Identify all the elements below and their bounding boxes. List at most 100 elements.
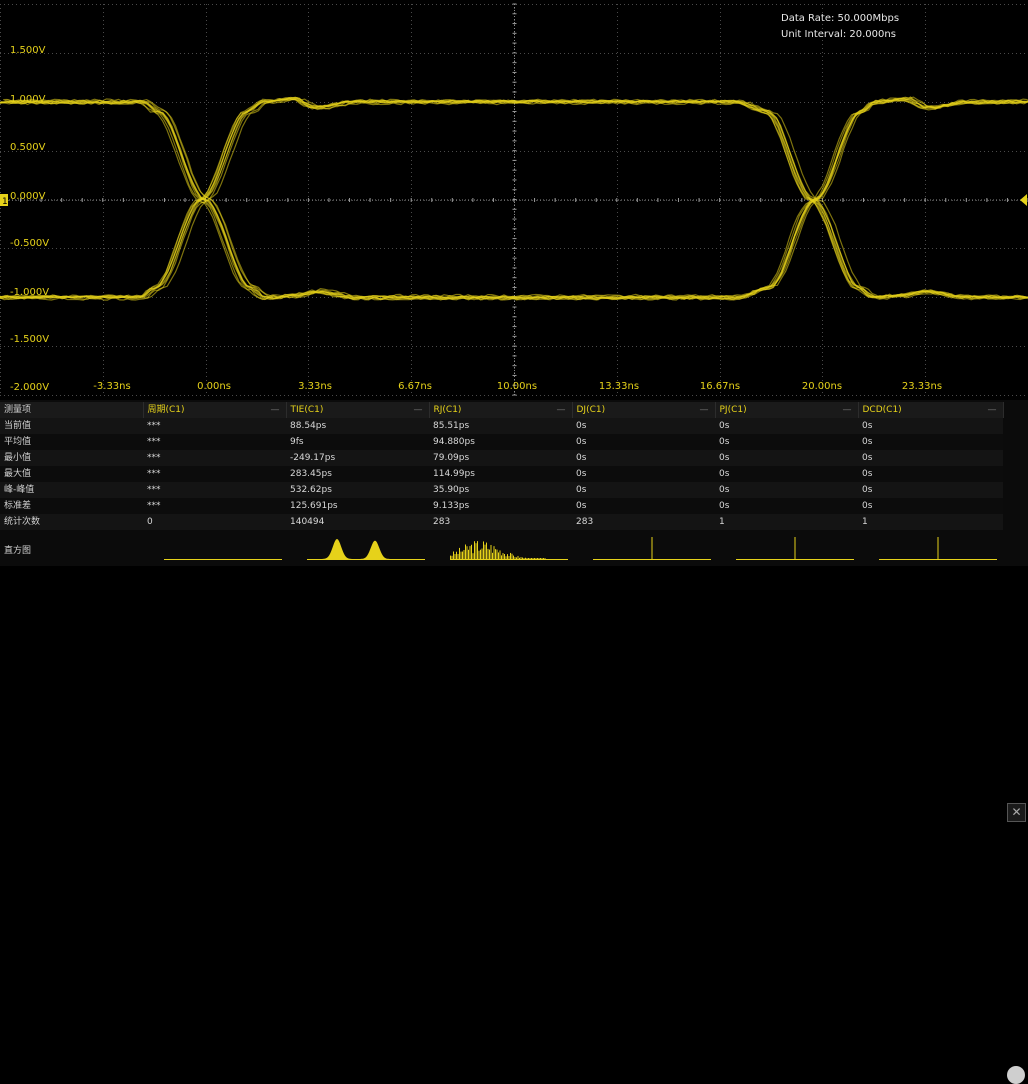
column-menu-icon[interactable]: —	[988, 402, 997, 418]
measurement-cell: 0s	[572, 482, 715, 498]
measurement-cell: 0s	[572, 450, 715, 466]
histogram-bars	[307, 539, 425, 559]
row-label: 统计次数	[0, 514, 143, 530]
measurement-cell: 283	[429, 514, 572, 530]
histogram-bar	[527, 558, 528, 559]
y-tick-label: -0.500V	[10, 238, 49, 249]
gear-icon[interactable]	[1007, 1066, 1025, 1084]
x-tick-label: 10.00ns	[497, 381, 537, 392]
measurement-cell: 125.691ps	[286, 498, 429, 514]
measurement-cell: 114.99ps	[429, 466, 572, 482]
measurement-cell: 9fs	[286, 434, 429, 450]
histogram-bar	[525, 558, 526, 559]
table-row: 统计次数014049428328311	[0, 514, 1003, 530]
histogram-bar	[506, 556, 507, 559]
measurement-cell: ***	[143, 498, 286, 514]
histogram-bar	[528, 558, 529, 559]
histogram-bar	[516, 557, 517, 559]
x-tick-label: 3.33ns	[298, 381, 332, 392]
column-menu-icon[interactable]: —	[700, 402, 709, 418]
histogram-bar	[542, 558, 543, 559]
measurement-cell: 0	[143, 514, 286, 530]
histogram-bar	[450, 556, 451, 559]
measurement-cell: ***	[143, 450, 286, 466]
row-label: 当前值	[0, 418, 143, 434]
histogram-bar	[492, 553, 493, 559]
histogram-bar	[524, 558, 525, 559]
histogram-bar	[486, 543, 487, 559]
column-menu-icon[interactable]: —	[557, 402, 566, 418]
measurement-cell: 283.45ps	[286, 466, 429, 482]
histogram-bar	[540, 558, 541, 559]
x-tick-label: 13.33ns	[599, 381, 639, 392]
table-row: 平均值***9fs94.880ps0s0s0s	[0, 434, 1003, 450]
histogram-bar	[489, 550, 490, 559]
measurement-cell: ***	[143, 482, 286, 498]
measurement-cell: 0s	[858, 418, 1003, 434]
column-header[interactable]: 周期(C1)—	[143, 402, 286, 418]
channel-marker-label: 1	[2, 197, 8, 207]
measurement-cell: 9.133ps	[429, 498, 572, 514]
y-tick-label: -1.000V	[10, 287, 49, 298]
histogram-bar	[515, 557, 516, 559]
row-label: 标准差	[0, 498, 143, 514]
close-icon[interactable]: ✕	[1007, 803, 1026, 822]
column-header[interactable]: TIE(C1)—	[286, 402, 429, 418]
column-menu-icon[interactable]: —	[271, 402, 280, 418]
eye-diagram: 1	[0, 0, 1028, 398]
histogram-bar	[464, 550, 465, 559]
eye-trace-1	[4, 98, 1028, 298]
histogram-bar	[452, 556, 453, 559]
measurement-cell: 0s	[858, 498, 1003, 514]
column-header[interactable]: DJ(C1)—	[572, 402, 715, 418]
histogram-bar	[480, 550, 481, 559]
table-header-row: 测量项 周期(C1)— TIE(C1)— RJ(C1)— DJ(C1)— PJ(…	[0, 402, 1003, 418]
row-label: 平均值	[0, 434, 143, 450]
x-tick-label: 23.33ns	[902, 381, 942, 392]
measurement-cell: 85.51ps	[429, 418, 572, 434]
column-header: 测量项	[0, 402, 143, 418]
measurement-cell: 0s	[858, 482, 1003, 498]
row-label: 峰-峰值	[0, 482, 143, 498]
column-menu-icon[interactable]: —	[414, 402, 423, 418]
column-menu-icon[interactable]: —	[843, 402, 852, 418]
histogram-bar	[507, 554, 508, 559]
histogram-bar	[498, 552, 499, 559]
table-row: 标准差***125.691ps9.133ps0s0s0s	[0, 498, 1003, 514]
measurement-cell: ***	[143, 434, 286, 450]
column-header[interactable]: DCD(C1)—	[858, 402, 1003, 418]
y-tick-label: 1.000V	[10, 94, 45, 105]
histogram-bar	[504, 554, 505, 559]
measurement-cell: ***	[143, 418, 286, 434]
data-rate-label: Data Rate: 50.000Mbps	[781, 13, 899, 24]
measurement-cell: 0s	[572, 498, 715, 514]
histogram-bar	[485, 545, 486, 559]
y-tick-label: 0.500V	[10, 142, 45, 153]
histogram-bar	[938, 537, 939, 559]
measurement-cell: ***	[143, 466, 286, 482]
histogram-bar	[500, 550, 501, 559]
histogram-bar	[533, 558, 534, 559]
histogram-bar	[501, 555, 502, 559]
histogram-bar	[495, 549, 496, 559]
histogram-bar	[474, 541, 475, 559]
y-tick-label: 0.000V	[10, 191, 45, 202]
measurement-cell: 35.90ps	[429, 482, 572, 498]
histogram-bar	[539, 558, 540, 559]
histogram-bar	[497, 550, 498, 559]
x-tick-label: 0.00ns	[197, 381, 231, 392]
measurement-cell: 0s	[715, 450, 858, 466]
column-header[interactable]: PJ(C1)—	[715, 402, 858, 418]
measurement-cell: 0s	[572, 466, 715, 482]
histogram-bar	[488, 549, 489, 559]
histogram-bar	[483, 541, 484, 559]
measurement-cell: 140494	[286, 514, 429, 530]
histogram-bar	[459, 548, 460, 559]
table-row: 最大值***283.45ps114.99ps0s0s0s	[0, 466, 1003, 482]
histogram-bar	[519, 558, 520, 559]
histogram-bar	[795, 537, 796, 559]
x-tick-label: 20.00ns	[802, 381, 842, 392]
measurement-cell: 94.880ps	[429, 434, 572, 450]
histogram-bar	[522, 558, 523, 559]
column-header[interactable]: RJ(C1)—	[429, 402, 572, 418]
